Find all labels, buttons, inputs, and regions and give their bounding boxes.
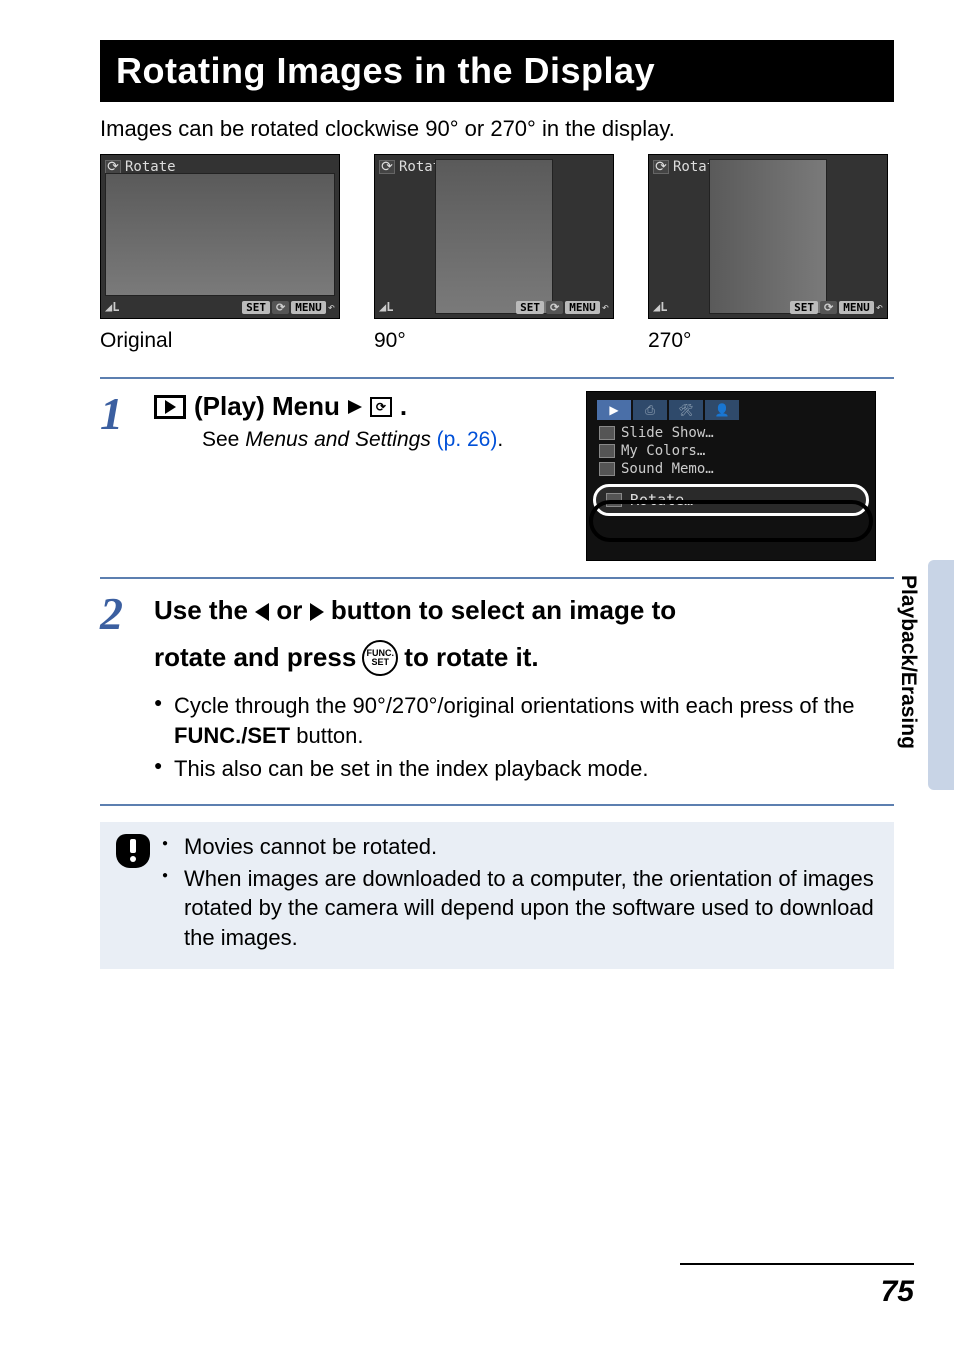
rotate-pill-icon: ⟳ — [546, 301, 563, 314]
arrow-left-icon — [255, 603, 269, 621]
bullet-text: button. — [290, 723, 363, 748]
step2-text: rotate and press — [154, 638, 356, 677]
menu-item-text: Sound Memo… — [621, 461, 714, 477]
menu-tab-print-icon: ⎙ — [633, 400, 667, 420]
side-tab-bg — [928, 560, 954, 790]
bullet-text: Cycle through the 90°/270°/original orie… — [174, 693, 854, 718]
undo-icon: ↶ — [328, 300, 335, 314]
screenshot-90: ⟳Rotate ◢L SET ⟳ MENU ↶ — [374, 154, 614, 319]
quality-indicator: ◢L — [105, 300, 119, 314]
step-2: 2 Use the or button to select an image t… — [100, 577, 894, 806]
shot-image-area — [709, 159, 827, 314]
undo-icon: ↶ — [602, 300, 609, 314]
shot-image-area — [435, 159, 553, 314]
menu-tabs: ▶ ⎙ 🛠 👤 — [587, 392, 875, 424]
menu-pill: MENU — [291, 301, 326, 314]
page-title: Rotating Images in the Display — [100, 40, 894, 102]
step2-bullets: Cycle through the 90°/270°/original orie… — [154, 691, 890, 784]
note-block: Movies cannot be rotated. When images ar… — [100, 822, 894, 969]
screenshot-270: ⟳Rotate ◢L SET ⟳ MENU ↶ — [648, 154, 888, 319]
soundmemo-icon — [599, 462, 615, 476]
triangle-right-icon — [165, 400, 176, 414]
menu-tab-setup-icon: 🛠 — [669, 400, 703, 420]
set-pill: SET — [242, 301, 270, 314]
rotate-icon: ⟳ — [370, 397, 392, 417]
menu-item-text: My Colors… — [621, 443, 705, 459]
triangle-right-icon — [348, 400, 362, 414]
step-number: 1 — [100, 391, 140, 561]
step-number: 2 — [100, 591, 140, 788]
menu-item-text: Slide Show… — [621, 425, 714, 441]
func-set-button-icon: FUNC. SET — [362, 640, 398, 676]
menu-highlighted-item: Rotate… — [593, 484, 869, 516]
caution-icon — [116, 834, 150, 868]
undo-icon: ↶ — [876, 300, 883, 314]
slideshow-icon — [599, 426, 615, 440]
quality-indicator: ◢L — [653, 300, 667, 314]
menu-screenshot: ▶ ⎙ 🛠 👤 Slide Show… My Colors… Sound Mem… — [586, 391, 876, 561]
step2-heading: Use the or button to select an image to … — [154, 591, 890, 677]
caption-90: 90° — [374, 329, 614, 353]
bullet-bold: FUNC./SET — [174, 723, 290, 748]
caption-row: Original 90° 270° — [100, 329, 894, 353]
rotate-menu-icon — [606, 493, 622, 507]
side-tab-label: Playback/Erasing — [896, 575, 920, 749]
rotate-icon: ⟳ — [653, 160, 669, 174]
rotate-pill-icon: ⟳ — [272, 301, 289, 314]
set-pill: SET — [790, 301, 818, 314]
bullet-item: This also can be set in the index playba… — [154, 754, 890, 784]
play-icon — [154, 395, 186, 419]
bullet-item: Cycle through the 90°/270°/original orie… — [154, 691, 890, 750]
step2-text: Use the — [154, 595, 255, 625]
caption-original: Original — [100, 329, 340, 353]
note-list: Movies cannot be rotated. When images ar… — [162, 832, 878, 955]
menu-tab-mycamera-icon: 👤 — [705, 400, 739, 420]
step2-text: button to select an image to — [331, 595, 676, 625]
intro-text: Images can be rotated clockwise 90° or 2… — [100, 116, 894, 142]
menu-pill: MENU — [839, 301, 874, 314]
step-1: 1 ▶ ⎙ 🛠 👤 Slide Show… My Colors… Sound M… — [100, 377, 894, 577]
step1-heading: (Play) Menu ⟳. — [154, 391, 576, 422]
screenshot-original: ⟳Rotate ◢L SET ⟳ MENU ↶ — [100, 154, 340, 319]
quality-indicator: ◢L — [379, 300, 393, 314]
rotate-icon: ⟳ — [105, 160, 121, 174]
page-ref-link[interactable]: (p. 26) — [431, 428, 498, 451]
set-pill: SET — [516, 301, 544, 314]
step2-text: to rotate it. — [404, 638, 538, 677]
rotate-pill-icon: ⟳ — [820, 301, 837, 314]
footer-rule — [680, 1263, 914, 1265]
note-item: Movies cannot be rotated. — [162, 832, 878, 862]
menu-pill: MENU — [565, 301, 600, 314]
step1-head-text: (Play) Menu — [194, 391, 340, 422]
step2-text: or — [276, 595, 309, 625]
func-bot: SET — [372, 658, 390, 667]
sub-italic: Menus and Settings — [245, 428, 431, 451]
shot-image-area — [105, 173, 335, 296]
menu-highlight-text: Rotate… — [630, 491, 693, 509]
arrow-right-icon — [310, 603, 324, 621]
sub-suffix: . — [497, 428, 503, 451]
menu-list: Slide Show… My Colors… Sound Memo… — [587, 424, 875, 478]
caption-270: 270° — [648, 329, 888, 353]
rotate-icon: ⟳ — [379, 160, 395, 174]
sub-prefix: See — [202, 428, 245, 451]
example-screenshots-row: ⟳Rotate ◢L SET ⟳ MENU ↶ ⟳Rotate ◢L SET ⟳ — [100, 154, 894, 319]
mycolors-icon — [599, 444, 615, 458]
note-item: When images are downloaded to a computer… — [162, 864, 878, 953]
step1-period: . — [400, 391, 407, 422]
page-number: 75 — [881, 1275, 914, 1309]
menu-tab-play-icon: ▶ — [597, 400, 631, 420]
